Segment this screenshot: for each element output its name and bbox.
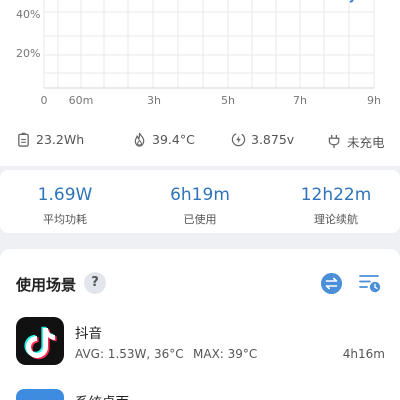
charging-status-text: 未充电 [347, 135, 385, 150]
system-desktop-app-icon[interactable] [16, 389, 64, 400]
x-tick-label: 3h [147, 94, 161, 107]
y-tick-label: 20% [16, 47, 40, 60]
battery-capacity: 23.2Wh [16, 132, 84, 147]
usage-scenes-title: 使用场景 [16, 276, 77, 294]
help-icon[interactable]: ? [84, 272, 106, 294]
usage-time-value: 6h19m [170, 185, 230, 205]
battery-voltage: 3.875v [231, 132, 294, 147]
usage-chart-card: 40% 20% 0 60m 3h 5h 7h 9h 23.2Wh 39.4°C … [0, 0, 400, 166]
y-tick-label: 40% [16, 8, 40, 21]
sort-time-icon[interactable] [358, 273, 382, 294]
douyin-app-icon[interactable] [16, 317, 64, 365]
average-power: 1.69W 平均功耗 [5, 184, 125, 227]
app-usage-duration: 4h16m [342, 347, 385, 361]
swap-icon[interactable] [321, 273, 342, 294]
capacity-value: 23.2Wh [36, 132, 85, 147]
app-name[interactable]: 抖音 [75, 322, 102, 342]
x-tick-label: 9h [367, 94, 381, 107]
usage-time: 6h19m 已使用 [140, 184, 260, 227]
battery-icon [18, 132, 29, 147]
app-average-stats: AVG: 1.53W, 36°C [75, 347, 184, 361]
flame-icon [134, 132, 145, 147]
voltage-value: 3.875v [251, 132, 295, 147]
estimated-runtime-label: 理论续航 [314, 213, 358, 226]
x-tick-label: 5h [221, 94, 235, 107]
charging-status: 未充电 [327, 132, 385, 151]
x-tick-label: 7h [293, 94, 307, 107]
battery-temperature: 39.4°C [132, 132, 195, 147]
x-tick-label: 0 [41, 94, 48, 107]
battery-level-line [349, 0, 354, 3]
estimated-runtime-value: 12h22m [300, 185, 372, 205]
average-power-value: 1.69W [37, 185, 93, 205]
average-power-label: 平均功耗 [43, 213, 87, 226]
estimated-runtime: 12h22m 理论续航 [276, 184, 396, 227]
temperature-value: 39.4°C [152, 132, 195, 147]
x-tick-label: 60m [69, 94, 94, 107]
voltage-icon [231, 132, 246, 147]
usage-time-label: 已使用 [183, 213, 217, 226]
app-max-stats: MAX: 39°C [193, 347, 258, 361]
app-name[interactable]: 系统桌面 [75, 391, 129, 400]
tiktok-logo-icon [24, 326, 57, 360]
plug-icon [328, 134, 340, 149]
